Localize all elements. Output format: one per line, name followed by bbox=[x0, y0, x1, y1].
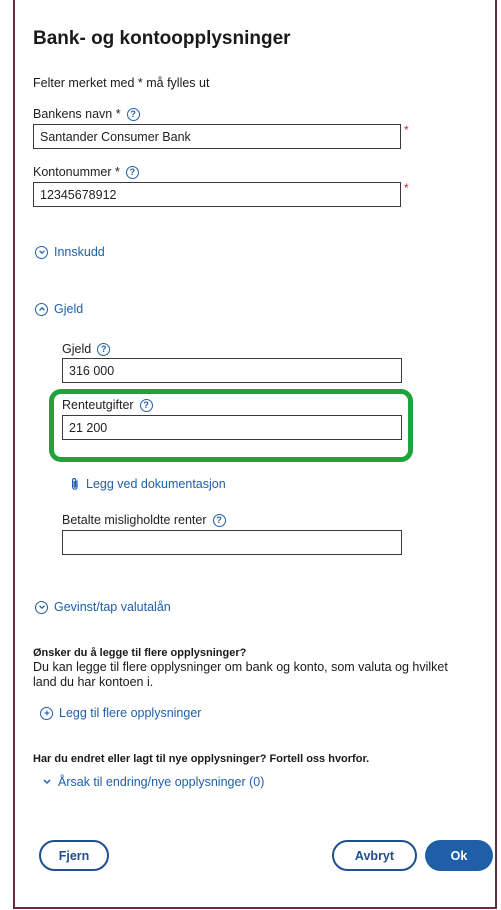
debt-field-label-row: Gjeld ? bbox=[62, 342, 111, 356]
change-reason-heading: Har du endret eller lagt til nye opplysn… bbox=[33, 753, 370, 765]
question-circle-icon[interactable]: ? bbox=[212, 513, 226, 527]
attach-documentation-label: Legg ved dokumentasjon bbox=[86, 477, 226, 491]
debt-field-label: Gjeld bbox=[62, 342, 92, 356]
default-interest-label: Betalte misligholdte renter bbox=[62, 513, 207, 527]
remove-button[interactable]: Fjern bbox=[39, 840, 109, 871]
chevron-down-icon bbox=[43, 779, 51, 785]
plus-circle-icon bbox=[40, 706, 53, 720]
chevron-up-circle-icon bbox=[35, 302, 48, 316]
account-number-label-row: Kontonummer * ? bbox=[33, 165, 139, 179]
question-circle-icon[interactable]: ? bbox=[125, 165, 139, 179]
change-reason-toggle[interactable]: Årsak til endring/nye opplysninger (0) bbox=[42, 775, 264, 789]
ok-button[interactable]: Ok bbox=[425, 840, 493, 871]
paperclip-icon bbox=[72, 477, 78, 490]
currency-loan-label: Gevinst/tap valutalån bbox=[54, 600, 171, 614]
more-info-heading: Ønsker du å legge til flere opplysninger… bbox=[33, 647, 247, 659]
dialog-title: Bank- og kontoopplysninger bbox=[33, 28, 291, 49]
chevron-down-circle-icon bbox=[35, 245, 48, 259]
debt-toggle[interactable]: Gjeld bbox=[35, 302, 83, 316]
required-note: Felter merket med * må fylles ut bbox=[33, 76, 210, 90]
add-more-info-label: Legg til flere opplysninger bbox=[59, 706, 202, 720]
question-circle-icon[interactable]: ? bbox=[97, 342, 111, 356]
bank-name-label-row: Bankens navn * ? bbox=[33, 107, 140, 121]
more-info-text: Du kan legge til flere opplysninger om b… bbox=[33, 660, 448, 689]
question-circle-icon[interactable]: ? bbox=[126, 107, 140, 121]
debt-label: Gjeld bbox=[54, 302, 84, 316]
chevron-down-circle-icon bbox=[35, 600, 48, 614]
currency-loan-toggle[interactable]: Gevinst/tap valutalån bbox=[35, 600, 171, 614]
change-reason-label: Årsak til endring/nye opplysninger (0) bbox=[58, 775, 265, 789]
default-interest-label-row: Betalte misligholdte renter ? bbox=[62, 513, 226, 527]
deposits-label: Innskudd bbox=[54, 245, 105, 259]
interest-label-row: Renteutgifter ? bbox=[62, 398, 153, 412]
cancel-button[interactable]: Avbryt bbox=[332, 840, 417, 871]
account-number-field[interactable]: 12345678912 bbox=[33, 182, 401, 207]
debt-field[interactable]: 316 000 bbox=[62, 358, 402, 383]
interest-field[interactable]: 21 200 bbox=[62, 415, 402, 440]
add-more-info-link[interactable]: Legg til flere opplysninger bbox=[40, 706, 201, 720]
required-marker: * bbox=[404, 181, 409, 195]
question-circle-icon[interactable]: ? bbox=[139, 398, 153, 412]
required-marker: * bbox=[404, 123, 409, 137]
interest-label: Renteutgifter bbox=[62, 398, 134, 412]
bank-name-field[interactable]: Santander Consumer Bank bbox=[33, 124, 401, 149]
deposits-toggle[interactable]: Innskudd bbox=[35, 245, 105, 259]
attach-documentation-link[interactable]: Legg ved dokumentasjon bbox=[70, 477, 226, 491]
default-interest-field[interactable] bbox=[62, 530, 402, 555]
account-number-label: Kontonummer * bbox=[33, 165, 120, 179]
bank-name-label: Bankens navn * bbox=[33, 107, 121, 121]
